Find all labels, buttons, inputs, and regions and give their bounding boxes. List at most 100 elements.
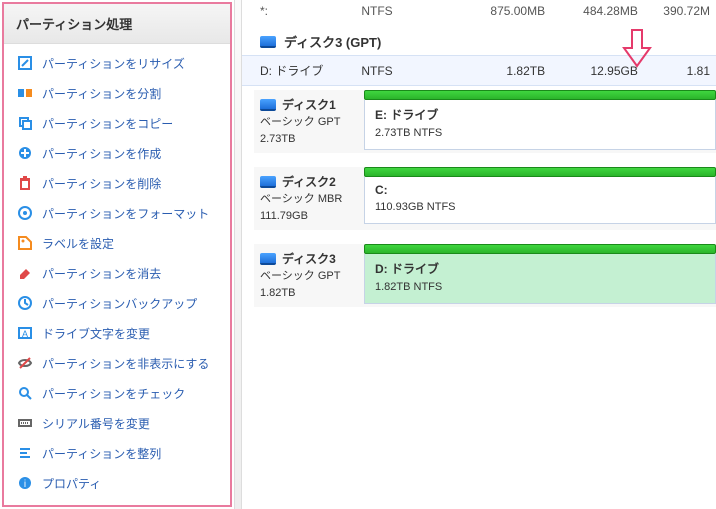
row-size: 875.00MB <box>458 0 551 22</box>
row-label: *: <box>242 0 355 22</box>
sidebar-item-props[interactable]: i プロパティ <box>4 468 230 498</box>
props-icon: i <box>16 474 34 492</box>
hide-icon <box>16 354 34 372</box>
row-fs: NTFS <box>355 0 458 22</box>
partition-area[interactable]: D: ドライブ 1.82TB NTFS <box>364 244 716 307</box>
letter-icon: A <box>16 324 34 342</box>
drive-label: E: ドライブ <box>375 106 705 123</box>
drive-info: 1.82TB NTFS <box>375 281 705 293</box>
drive-info: 110.93GB NTFS <box>375 201 705 213</box>
disk-name: ディスク1 <box>282 96 336 114</box>
sidebar-item-label: パーティションバックアップ <box>42 295 197 312</box>
partition-body: C: 110.93GB NTFS <box>364 177 716 224</box>
row-used: 484.28MB <box>551 0 644 22</box>
disk-size: 1.82TB <box>260 285 360 302</box>
disk-info: ディスク2 ベーシック MBR 111.79GB <box>254 167 364 230</box>
sidebar-item-label: パーティションを分割 <box>42 85 161 102</box>
disk-type: ベーシック GPT <box>260 268 360 285</box>
row-used: 12.95GB <box>551 56 644 86</box>
align-icon <box>16 444 34 462</box>
sidebar-item-backup[interactable]: パーティションバックアップ <box>4 288 230 318</box>
sidebar-item-resize[interactable]: パーティションをリサイズ <box>4 48 230 78</box>
partition-bar <box>364 244 716 254</box>
svg-text:i: i <box>24 479 26 490</box>
partition-table: *: NTFS 875.00MB 484.28MB 390.72M <box>242 0 716 22</box>
copy-icon <box>16 114 34 132</box>
sidebar-item-label: パーティションをコピー <box>42 115 173 132</box>
sidebar-list: パーティションをリサイズパーティションを分割パーティションをコピーパーティション… <box>4 44 230 502</box>
row-free: 390.72M <box>644 0 716 22</box>
sidebar-item-label[interactable]: ラベルを設定 <box>4 228 230 258</box>
disk-map: ディスク1 ベーシック GPT 2.73TB E: ドライブ 2.73TB NT… <box>242 90 716 331</box>
erase-icon <box>16 264 34 282</box>
disk-block-3[interactable]: ディスク3 ベーシック GPT 1.82TB D: ドライブ 1.82TB NT… <box>254 244 716 307</box>
check-icon <box>16 384 34 402</box>
svg-text:A: A <box>22 329 28 339</box>
disk-block-1[interactable]: ディスク1 ベーシック GPT 2.73TB E: ドライブ 2.73TB NT… <box>254 90 716 153</box>
sidebar-item-letter[interactable]: Aドライブ文字を変更 <box>4 318 230 348</box>
sidebar-item-label: パーティションを非表示にする <box>42 355 209 372</box>
drive-info: 2.73TB NTFS <box>375 127 705 139</box>
format-icon <box>16 204 34 222</box>
partition-area[interactable]: E: ドライブ 2.73TB NTFS <box>364 90 716 153</box>
sidebar-item-copy[interactable]: パーティションをコピー <box>4 108 230 138</box>
sidebar-item-label: パーティションを作成 <box>42 145 161 162</box>
row-label: D: ドライブ <box>242 56 355 86</box>
backup-icon <box>16 294 34 312</box>
sidebar-item-split[interactable]: パーティションを分割 <box>4 78 230 108</box>
disk-icon <box>260 176 276 188</box>
sidebar-item-label: プロパティ <box>42 475 101 492</box>
drive-label: C: <box>375 183 705 197</box>
sidebar-item-format[interactable]: パーティションをフォーマット <box>4 198 230 228</box>
create-icon <box>16 144 34 162</box>
sidebar: パーティション処理 パーティションをリサイズパーティションを分割パーティションを… <box>2 2 232 507</box>
sidebar-item-create[interactable]: パーティションを作成 <box>4 138 230 168</box>
partition-row[interactable]: *: NTFS 875.00MB 484.28MB 390.72M <box>242 0 716 22</box>
sidebar-item-label: シリアル番号を変更 <box>42 415 150 432</box>
sidebar-item-label: パーティションをリサイズ <box>42 55 185 72</box>
sidebar-item-label: パーティションをフォーマット <box>42 205 209 222</box>
sidebar-title: パーティション処理 <box>4 4 230 44</box>
label-icon <box>16 234 34 252</box>
disk-icon <box>260 36 276 48</box>
partition-row-selected[interactable]: D: ドライブ NTFS 1.82TB 12.95GB 1.81 <box>242 56 716 86</box>
sidebar-item-erase[interactable]: パーティションを消去 <box>4 258 230 288</box>
sidebar-item-delete[interactable]: パーティションを削除 <box>4 168 230 198</box>
disk-name: ディスク2 <box>282 173 336 191</box>
disk-block-2[interactable]: ディスク2 ベーシック MBR 111.79GB C: 110.93GB NTF… <box>254 167 716 230</box>
sidebar-item-label: パーティションを削除 <box>42 175 161 192</box>
delete-icon <box>16 174 34 192</box>
disk-size: 2.73TB <box>260 131 360 148</box>
sidebar-item-label: パーティションをチェック <box>42 385 185 402</box>
pane-divider[interactable] <box>234 0 242 509</box>
disk-icon <box>260 99 276 111</box>
partition-bar <box>364 90 716 100</box>
sidebar-item-label: ラベルを設定 <box>42 235 114 252</box>
partition-table-2: D: ドライブ NTFS 1.82TB 12.95GB 1.81 <box>242 55 716 86</box>
row-size: 1.82TB <box>458 56 551 86</box>
sidebar-item-hide[interactable]: パーティションを非表示にする <box>4 348 230 378</box>
disk-info: ディスク1 ベーシック GPT 2.73TB <box>254 90 364 153</box>
serial-icon <box>16 414 34 432</box>
disk-name: ディスク3 <box>282 250 336 268</box>
partition-area[interactable]: C: 110.93GB NTFS <box>364 167 716 230</box>
sidebar-item-check[interactable]: パーティションをチェック <box>4 378 230 408</box>
sidebar-item-label: パーティションを消去 <box>42 265 161 282</box>
sidebar-item-label: パーティションを整列 <box>42 445 161 462</box>
row-fs: NTFS <box>355 56 458 86</box>
disk-type: ベーシック MBR <box>260 191 360 208</box>
split-icon <box>16 84 34 102</box>
main-pane: *: NTFS 875.00MB 484.28MB 390.72M ディスク3 … <box>242 0 716 509</box>
partition-body: E: ドライブ 2.73TB NTFS <box>364 100 716 150</box>
sidebar-item-serial[interactable]: シリアル番号を変更 <box>4 408 230 438</box>
disk3-section-header[interactable]: ディスク3 (GPT) <box>242 22 716 55</box>
partition-body: D: ドライブ 1.82TB NTFS <box>364 254 716 304</box>
disk-type: ベーシック GPT <box>260 114 360 131</box>
resize-icon <box>16 54 34 72</box>
drive-label: D: ドライブ <box>375 260 705 277</box>
sidebar-item-align[interactable]: パーティションを整列 <box>4 438 230 468</box>
partition-bar <box>364 167 716 177</box>
disk-size: 111.79GB <box>260 208 360 225</box>
row-free: 1.81 <box>644 56 716 86</box>
disk-info: ディスク3 ベーシック GPT 1.82TB <box>254 244 364 307</box>
